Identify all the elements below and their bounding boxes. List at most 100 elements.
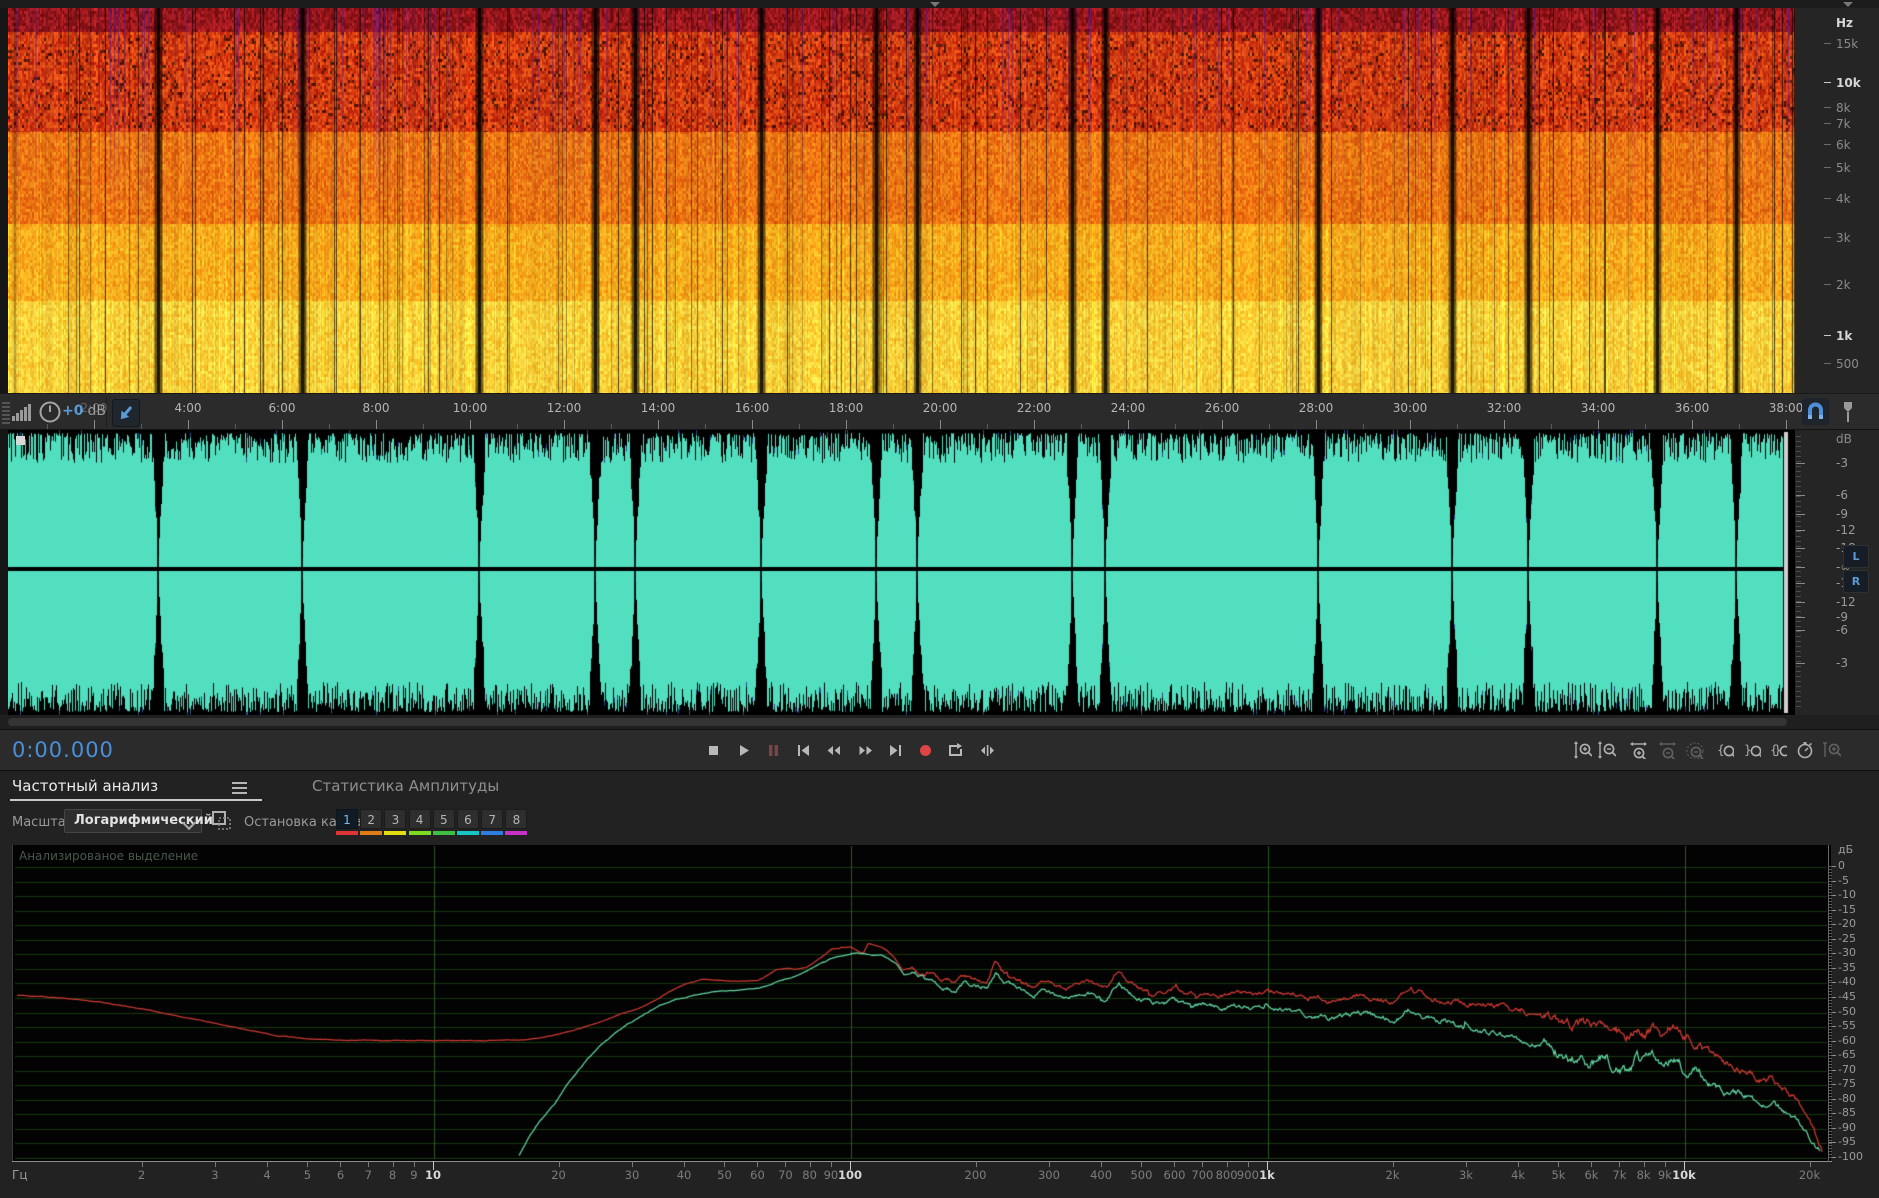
db-minor-tick <box>1796 556 1801 557</box>
timeline-ruler[interactable]: +0 dB 2:00 4:00 6:00 8:00 10:00 12:00 14:00 16:0… <box>0 393 1879 430</box>
zoom-in-vertical-icon <box>1574 741 1592 759</box>
rewind-button[interactable] <box>819 737 847 763</box>
collapse-arrow-icon[interactable] <box>930 2 940 7</box>
freq-axis-label: 600 <box>1163 1168 1186 1182</box>
db-tick-label: -3 <box>1836 656 1848 670</box>
copy-frame-icon[interactable] <box>212 811 232 831</box>
channel-button-r[interactable]: R <box>1843 570 1869 593</box>
tab-frequency-analysis[interactable]: Частотный анализ <box>12 777 158 795</box>
channel-button-l[interactable]: L <box>1843 545 1869 568</box>
frequency-plot-canvas[interactable] <box>15 846 1827 1159</box>
freeze-frame-button-4[interactable]: 4 <box>408 809 431 829</box>
clock-icon[interactable] <box>38 399 62 425</box>
horizontal-scrollbar[interactable] <box>0 715 1879 729</box>
freq-axis-label: 3k <box>1458 1168 1473 1182</box>
selection-handle[interactable] <box>16 436 25 445</box>
tab-amplitude-statistics[interactable]: Статистика Амплитуды <box>312 777 499 795</box>
pin-playhead-button[interactable] <box>112 399 140 427</box>
panel-menu-icon[interactable] <box>232 782 248 794</box>
fast-forward-button[interactable] <box>851 737 879 763</box>
timeline-major-tick <box>1410 420 1411 429</box>
freq-axis-tick <box>1267 1161 1268 1170</box>
freq-axis-label: 8 <box>388 1168 397 1182</box>
scale-dropdown[interactable]: Логарифмический <box>64 809 213 833</box>
freq-axis-tick <box>214 1161 216 1167</box>
skip-to-end-button[interactable] <box>881 737 909 763</box>
fast-forward-icon <box>859 745 872 755</box>
freq-axis-label: 30 <box>624 1168 640 1182</box>
db-minor-tick <box>1796 686 1801 687</box>
freq-tick <box>1824 107 1831 108</box>
zoom-in-vertical-button[interactable] <box>1570 738 1596 762</box>
timeline-minor-tick <box>235 424 236 429</box>
db-major-tick <box>1796 567 1805 568</box>
db-major-tick <box>1796 514 1805 515</box>
snap-button[interactable] <box>1802 398 1829 425</box>
freq-axis-tick <box>307 1161 309 1167</box>
record-button[interactable] <box>911 737 939 763</box>
freq-axis-label: 6k <box>1584 1168 1599 1182</box>
zoom-reset-button[interactable] <box>1682 738 1708 762</box>
zoom-selection-button[interactable]: {} <box>1765 738 1791 762</box>
freq-axis-tick <box>830 1161 832 1167</box>
zoom-out-point-button[interactable]: } <box>1739 738 1765 762</box>
timeline-major-tick <box>1316 420 1317 429</box>
freeze-frame-color-bar <box>505 831 528 835</box>
timeline-major-tick <box>1128 420 1129 429</box>
pause-button[interactable] <box>759 737 787 763</box>
zoom-full-button[interactable] <box>1819 738 1845 762</box>
zoom-in-point-button[interactable]: { <box>1712 738 1738 762</box>
skip-selection-button[interactable] <box>973 737 1001 763</box>
db-minor-tick <box>1796 551 1801 552</box>
freeze-frame-button-7[interactable]: 7 <box>481 809 504 829</box>
rewind-icon <box>827 745 840 755</box>
play-icon <box>739 744 749 756</box>
zoom-out-vertical-button[interactable] <box>1594 738 1620 762</box>
db-minor-tick <box>1796 496 1801 497</box>
timeline-major-tick <box>940 420 941 429</box>
meter-levels-icon[interactable] <box>12 403 34 421</box>
timeline-minor-tick <box>329 424 330 429</box>
db-minor-tick <box>1796 676 1801 677</box>
frequency-ruler[interactable]: Hz 15k 10k 8k 7k 6k 5k 4k 3k 2k 1k 500 <box>1795 8 1879 393</box>
freq-axis-tick <box>850 1161 851 1170</box>
freq-axis-tick <box>392 1161 394 1167</box>
scrollbar-thumb[interactable] <box>8 718 1787 726</box>
timeline-label: 38:00 <box>1768 401 1804 415</box>
time-display[interactable]: 0:00.000 <box>12 738 114 762</box>
db-axis-label: -35 <box>1838 960 1856 974</box>
marker-pin-icon[interactable] <box>1840 400 1856 424</box>
loop-playback-button[interactable] <box>941 737 969 763</box>
freeze-frame-button-6[interactable]: 6 <box>457 809 479 829</box>
zoom-in-horizontal-button[interactable] <box>1625 738 1651 762</box>
waveform-display[interactable] <box>8 430 1795 715</box>
spectrogram-display[interactable] <box>8 8 1795 393</box>
freq-axis-label: 2k <box>1385 1168 1400 1182</box>
db-axis-label: -55 <box>1838 1019 1856 1033</box>
zoom-out-horizontal-button[interactable] <box>1654 738 1680 762</box>
timeline-minor-tick <box>705 424 706 429</box>
panel-grip[interactable] <box>2 402 10 424</box>
freq-tick <box>1824 43 1831 44</box>
db-axis-label: -70 <box>1838 1062 1856 1076</box>
ruler-collapse-arrow-icon[interactable] <box>1843 2 1853 7</box>
freq-axis-label: 20 <box>551 1168 566 1182</box>
skip-to-start-button[interactable] <box>789 737 817 763</box>
zoom-reset-icon <box>1686 742 1704 759</box>
timer-button[interactable] <box>1792 738 1818 762</box>
timeline-minor-tick <box>1081 424 1082 429</box>
stop-button[interactable] <box>699 737 727 763</box>
freeze-frame-button-8[interactable]: 8 <box>505 809 528 829</box>
frequency-plot[interactable]: Анализированое выделение <box>12 845 1831 1162</box>
freeze-frame-button-2[interactable]: 2 <box>360 809 383 829</box>
play-button[interactable] <box>729 737 757 763</box>
freeze-frame-button-5[interactable]: 5 <box>432 809 455 829</box>
timeline-minor-tick <box>1363 424 1364 429</box>
db-axis-label: -95 <box>1838 1135 1856 1149</box>
timeline-major-tick <box>188 420 189 429</box>
freeze-frame-button-3[interactable]: 3 <box>384 809 407 829</box>
frequency-ruler-unit: Hz <box>1836 16 1854 30</box>
freq-axis-tick <box>975 1161 977 1167</box>
timeline-major-tick <box>1504 420 1505 429</box>
freeze-frame-button-1[interactable]: 1 <box>336 809 358 829</box>
